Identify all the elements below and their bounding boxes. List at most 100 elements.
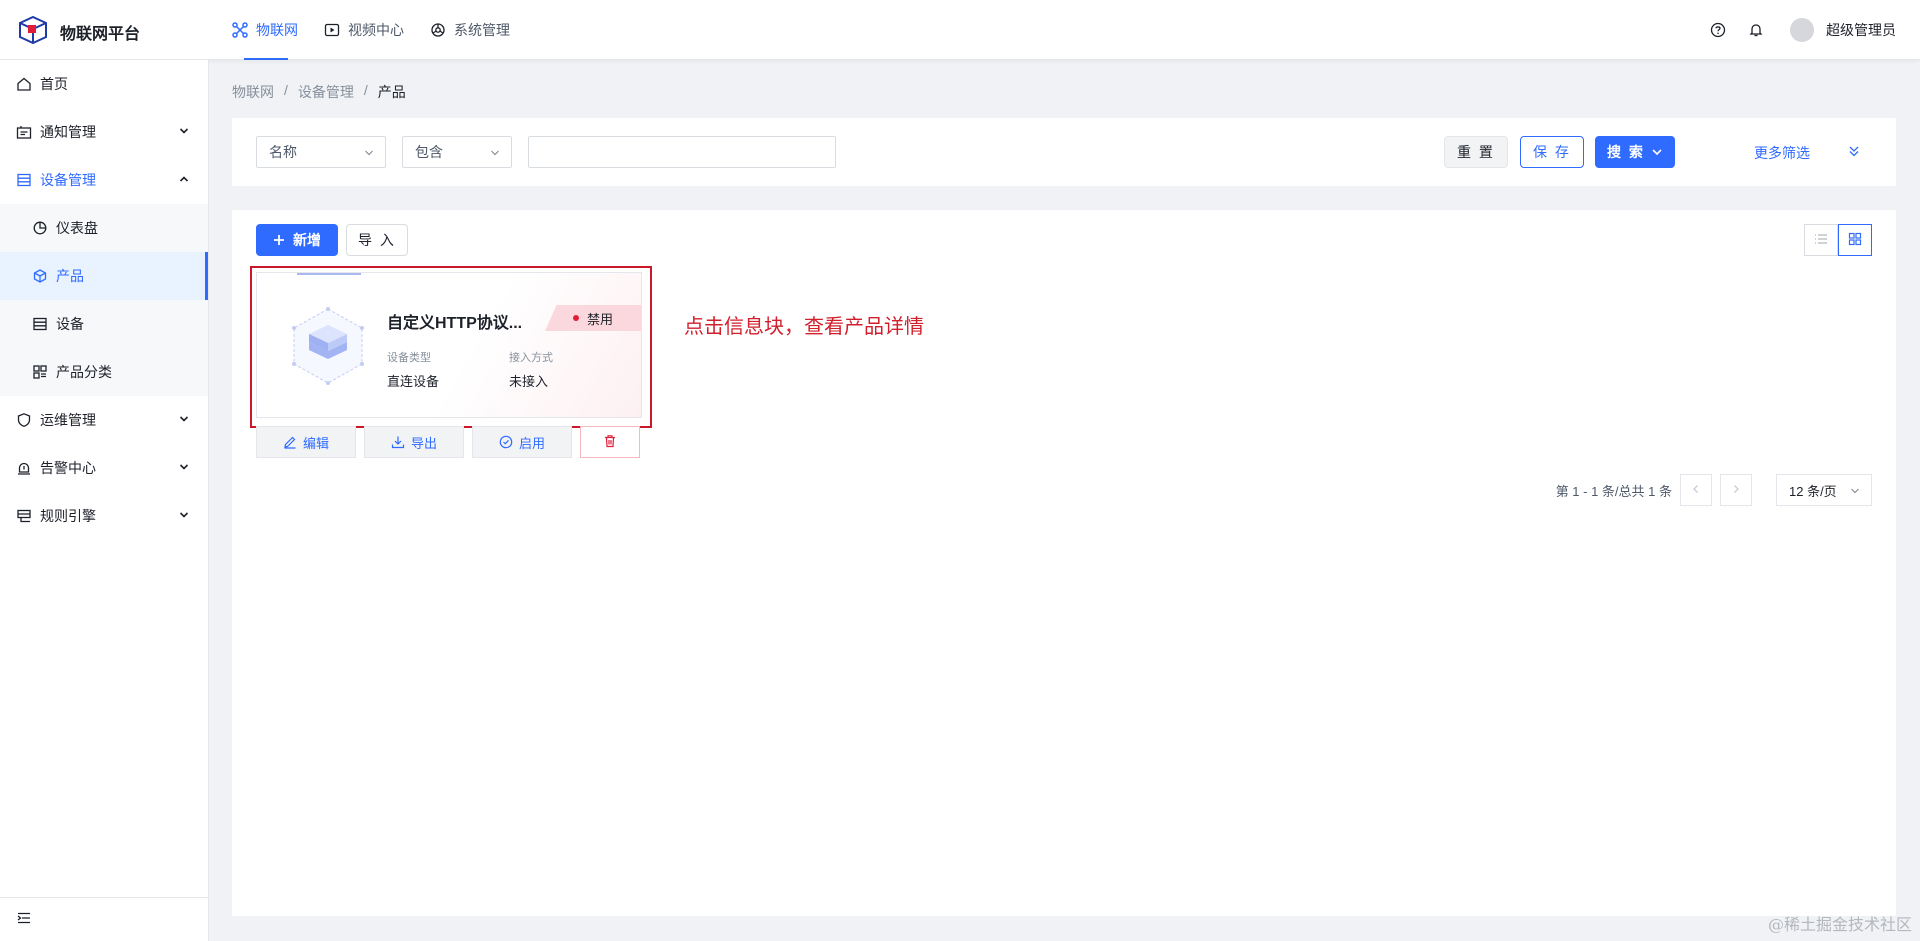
chevron-down-icon xyxy=(1849,485,1861,497)
sidebar-item-label: 告警中心 xyxy=(40,460,96,476)
avatar[interactable] xyxy=(1790,18,1814,42)
bell-icon[interactable] xyxy=(1748,22,1764,38)
sidebar-item-label: 通知管理 xyxy=(40,124,96,140)
annotation-text: 点击信息块，查看产品详情 xyxy=(684,316,924,338)
topnav-label: 物联网 xyxy=(256,22,298,38)
chevron-down-icon xyxy=(178,125,190,137)
search-button-label: 搜 索 xyxy=(1607,144,1645,160)
highlight-box xyxy=(250,266,652,428)
sidebar-item-home[interactable]: 首页 xyxy=(0,60,208,108)
next-page-button[interactable] xyxy=(1720,474,1752,506)
help-icon[interactable] xyxy=(1710,22,1726,38)
video-icon xyxy=(324,22,340,38)
sidebar-item-ops[interactable]: 运维管理 xyxy=(0,396,208,444)
rule-icon xyxy=(16,508,32,524)
import-button[interactable]: 导 入 xyxy=(346,224,408,256)
topnav-label: 系统管理 xyxy=(454,22,510,38)
username[interactable]: 超级管理员 xyxy=(1826,20,1896,40)
save-button[interactable]: 保 存 xyxy=(1520,136,1584,168)
sidebar-item-product-category[interactable]: 产品分类 xyxy=(0,348,208,396)
product-icon xyxy=(32,268,48,284)
sidebar-item-label: 产品 xyxy=(56,268,84,284)
chevron-up-icon xyxy=(178,173,190,185)
download-icon xyxy=(391,435,405,449)
field-select[interactable]: 名称 xyxy=(256,136,386,168)
breadcrumb-separator: / xyxy=(284,82,288,98)
sidebar-item-rule-engine[interactable]: 规则引擎 xyxy=(0,492,208,540)
double-chevron-down-icon[interactable] xyxy=(1847,144,1861,161)
sidebar-item-product[interactable]: 产品 xyxy=(0,252,208,300)
topnav-system[interactable]: 系统管理 xyxy=(430,0,510,60)
filter-value-input[interactable] xyxy=(528,136,836,168)
reset-button[interactable]: 重 置 xyxy=(1444,136,1508,168)
chevron-right-icon xyxy=(1730,483,1742,498)
enable-label: 启用 xyxy=(518,435,545,451)
top-nav: 物联网 视频中心 系统管理 xyxy=(232,0,536,60)
alarm-icon xyxy=(16,460,32,476)
sidebar-item-label: 规则引擎 xyxy=(40,508,96,524)
device-icon xyxy=(16,172,32,188)
settings-icon xyxy=(430,22,446,38)
list-icon xyxy=(1814,232,1828,249)
topnav-video[interactable]: 视频中心 xyxy=(324,0,404,60)
sidebar-item-dashboard[interactable]: 仪表盘 xyxy=(0,204,208,252)
chevron-down-icon xyxy=(178,461,190,473)
chevron-down-icon xyxy=(1651,146,1663,158)
breadcrumb-item[interactable]: 设备管理 xyxy=(298,82,354,102)
watermark: @稀土掘金技术社区 xyxy=(1767,915,1912,934)
home-icon xyxy=(16,76,32,92)
notification-icon xyxy=(16,124,32,140)
prev-page-button[interactable] xyxy=(1680,474,1712,506)
sidebar-item-label: 首页 xyxy=(40,76,68,92)
device-list-icon xyxy=(32,316,48,332)
page-size-select[interactable]: 12 条/页 xyxy=(1776,474,1872,506)
ops-icon xyxy=(16,412,32,428)
chevron-left-icon xyxy=(1690,483,1702,498)
category-icon xyxy=(32,364,48,380)
collapse-menu-icon xyxy=(16,910,32,929)
check-circle-icon xyxy=(499,435,513,449)
enable-button[interactable]: 启用 xyxy=(472,426,572,458)
grid-icon xyxy=(1848,232,1862,249)
chevron-down-icon xyxy=(363,147,375,159)
filter-panel: 名称 包含 重 置 保 存 搜 索 更多筛选 xyxy=(232,118,1896,186)
sidebar-item-label: 仪表盘 xyxy=(56,220,98,236)
sidebar-item-device[interactable]: 设备 xyxy=(0,300,208,348)
card-actions: 编辑 导出 启用 xyxy=(256,426,648,458)
logo[interactable]: 物联网平台 xyxy=(18,15,141,47)
delete-button[interactable] xyxy=(580,426,640,458)
chevron-down-icon xyxy=(178,509,190,521)
top-header: 物联网平台 物联网 视频中心 系统管理 超级管理员 xyxy=(0,0,1920,60)
add-button[interactable]: 新增 xyxy=(256,224,338,256)
trash-icon xyxy=(603,434,617,451)
dashboard-icon xyxy=(32,220,48,236)
add-button-label: 新增 xyxy=(293,232,321,248)
app-title: 物联网平台 xyxy=(60,25,141,43)
export-label: 导出 xyxy=(410,435,437,451)
operator-select[interactable]: 包含 xyxy=(402,136,512,168)
content-panel: 新增 导 入 自定义HTTP协议... 禁用 设备类型 直连设备 接入方式 未接… xyxy=(232,210,1896,916)
topnav-label: 视频中心 xyxy=(348,22,404,38)
topnav-iot[interactable]: 物联网 xyxy=(232,0,298,60)
list-view-button[interactable] xyxy=(1804,224,1838,256)
chevron-down-icon xyxy=(178,413,190,425)
sidebar-item-label: 设备 xyxy=(56,316,84,332)
sidebar-item-notification[interactable]: 通知管理 xyxy=(0,108,208,156)
edit-button[interactable]: 编辑 xyxy=(256,426,356,458)
sidebar-item-alarm[interactable]: 告警中心 xyxy=(0,444,208,492)
chevron-down-icon xyxy=(489,147,501,159)
plus-icon xyxy=(273,234,285,246)
export-button[interactable]: 导出 xyxy=(364,426,464,458)
sidebar-item-label: 设备管理 xyxy=(40,172,96,188)
more-filters-link[interactable]: 更多筛选 xyxy=(1754,143,1810,163)
sidebar-item-device-management[interactable]: 设备管理 xyxy=(0,156,208,204)
logo-icon xyxy=(18,15,48,47)
sidebar-collapse-button[interactable] xyxy=(0,897,209,941)
edit-icon xyxy=(283,435,297,449)
breadcrumb-item[interactable]: 物联网 xyxy=(232,82,274,102)
pagination-summary: 第 1 - 1 条/总共 1 条 xyxy=(1555,483,1672,499)
operator-select-value: 包含 xyxy=(415,144,443,160)
grid-view-button[interactable] xyxy=(1838,224,1872,256)
pagination: 第 1 - 1 条/总共 1 条 12 条/页 xyxy=(1556,474,1872,506)
search-button[interactable]: 搜 索 xyxy=(1595,136,1675,168)
